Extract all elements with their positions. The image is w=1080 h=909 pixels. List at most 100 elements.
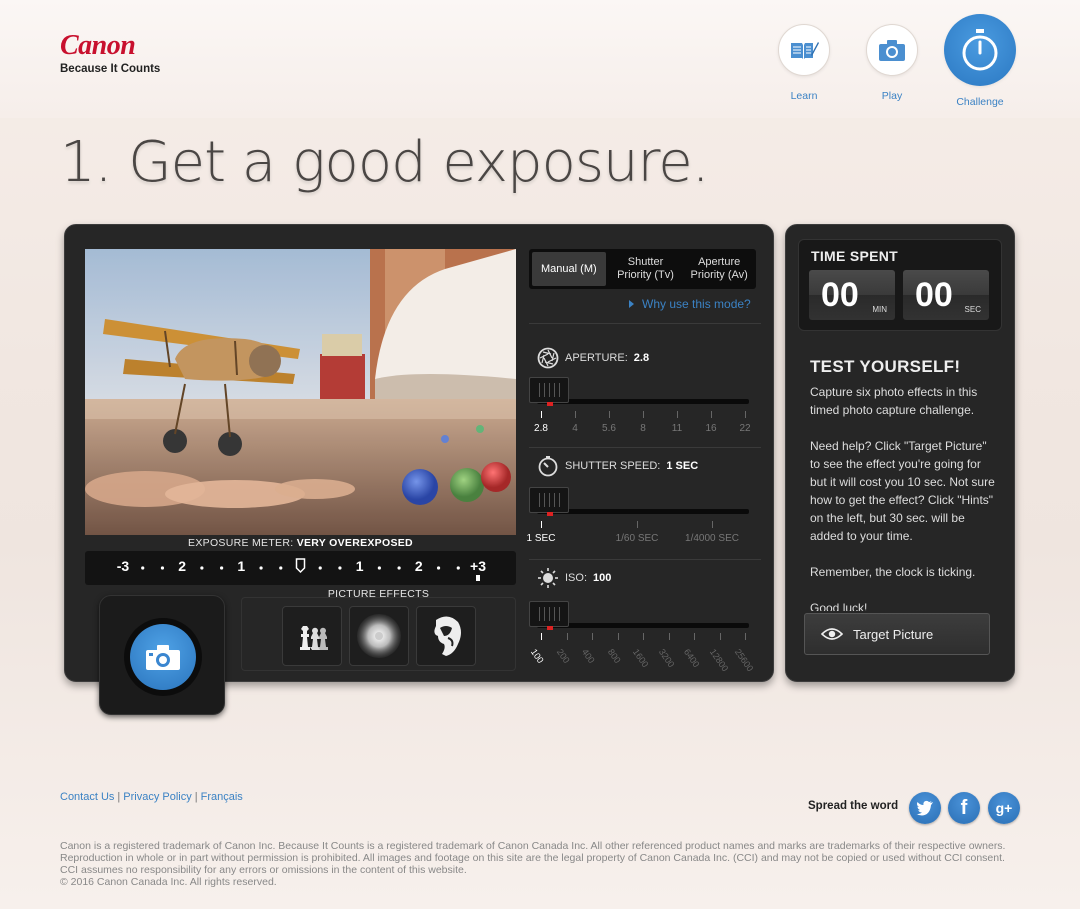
meter-dot: [338, 566, 342, 570]
twitter-icon[interactable]: [909, 792, 941, 824]
slider-tick-label: 400: [579, 647, 597, 666]
nav-learn-label: Learn: [790, 90, 818, 102]
minutes-unit: MIN: [872, 305, 887, 314]
slider-tick-label: 5.6: [602, 423, 616, 434]
slider-tick-label: 16: [705, 423, 717, 434]
minutes-value: 00: [821, 276, 859, 314]
slider-tick: [643, 411, 644, 418]
play-arrow-icon: [629, 300, 634, 308]
nav-challenge[interactable]: Challenge: [944, 14, 1016, 108]
footer-links: Contact Us | Privacy Policy | Français: [60, 791, 243, 803]
iso-value: 100: [593, 572, 612, 584]
meter-dot: [259, 566, 263, 570]
meter-dot: [160, 566, 165, 570]
iso-label: ISO:: [565, 572, 588, 584]
canon-logo[interactable]: Canon Because It Counts: [60, 30, 161, 76]
page-title: 1. Get a good exposure.: [60, 130, 710, 195]
effect-chess-button[interactable]: [282, 606, 342, 666]
time-spent: TIME SPENT 00 MIN 00 SEC: [798, 239, 1002, 331]
slider-tick: [719, 633, 721, 640]
stopwatch-icon: [944, 14, 1016, 86]
slider-tick-label: 1600: [630, 647, 651, 670]
shutter-value: 1 SEC: [666, 460, 699, 472]
target-picture-label: Target Picture: [853, 626, 934, 642]
slider-tick: [541, 521, 542, 528]
legal-text: Canon is a registered trademark of Canon…: [60, 840, 1006, 876]
slider-tick: [592, 633, 593, 640]
test-description: Capture six photo effects in this timed …: [810, 385, 995, 611]
aperture-value: 2.8: [633, 352, 650, 364]
aperture-slider-knob[interactable]: [529, 377, 569, 406]
slider-tick: [711, 411, 712, 418]
slider-tick: [541, 633, 542, 640]
nav-play[interactable]: Play: [856, 14, 928, 102]
meter-dot: [436, 566, 441, 570]
seconds-value: 00: [915, 276, 953, 314]
picture-effects: [241, 597, 516, 671]
slider-tick: [745, 633, 746, 640]
meter-scale-label: 2: [178, 558, 186, 574]
shutter-heading: SHUTTER SPEED: 1 SEC: [537, 455, 698, 477]
slider-tick-label: 6400: [681, 647, 702, 670]
effect-portrait-button[interactable]: [416, 606, 476, 666]
nav-learn[interactable]: Learn: [768, 14, 840, 102]
shutter-button[interactable]: [124, 618, 202, 696]
camera-panel: EXPOSURE METER: VERY OVEREXPOSED -3 2 1 1 2 +…: [64, 224, 774, 715]
slider-tick: [677, 411, 678, 418]
meter-dot: [200, 566, 204, 570]
slider-tick: [694, 633, 695, 640]
iso-heading: ISO: 100: [537, 567, 611, 589]
shutter-slider-knob[interactable]: [529, 487, 569, 516]
main-nav: Learn Play Challenge: [768, 14, 1016, 108]
nav-challenge-label: Challenge: [956, 96, 1004, 108]
minutes-display: 00 MIN: [809, 270, 895, 320]
seconds-unit: SEC: [964, 305, 981, 314]
meter-dot: [318, 566, 322, 570]
chess-pieces-icon: [300, 626, 328, 650]
exposure-meter-caption: EXPOSURE METER:: [188, 537, 297, 549]
slider-tick-label: 4: [572, 423, 578, 434]
googleplus-icon[interactable]: g+: [988, 792, 1020, 824]
shutter-button-housing: [99, 595, 225, 715]
divider: [529, 323, 761, 324]
blur-disc-icon: [357, 614, 401, 658]
why-mode-link[interactable]: Why use this mode?: [629, 297, 751, 311]
slider-tick: [609, 411, 610, 418]
facebook-icon[interactable]: f: [948, 792, 980, 824]
meter-scale-label: 1: [356, 558, 364, 574]
mode-aperture-priority[interactable]: Aperture Priority (Av): [682, 249, 756, 289]
slider-tick: [712, 521, 713, 528]
francais-link[interactable]: Français: [201, 791, 243, 803]
slider-tick-label: 8: [640, 423, 646, 434]
brand-name: Canon: [60, 30, 136, 61]
meter-dot: [279, 566, 283, 570]
contact-us-link[interactable]: Contact Us: [60, 791, 114, 803]
eye-icon: [821, 628, 843, 640]
iso-slider-knob[interactable]: [529, 601, 569, 630]
seconds-display: 00 SEC: [903, 270, 989, 320]
slider-tick-label: 1/60 SEC: [615, 533, 659, 544]
copyright-text: © 2016 Canon Canada Inc. All rights rese…: [60, 876, 277, 888]
effect-blur-button[interactable]: [349, 606, 409, 666]
mode-shutter-priority[interactable]: Shutter Priority (Tv): [609, 249, 683, 289]
slider-tick-label: 3200: [656, 647, 676, 670]
slider-tick-label: 11: [671, 423, 683, 434]
slider-tick: [637, 521, 638, 528]
slider-tick-label: 2.8: [534, 423, 548, 434]
exposure-meter-label: EXPOSURE METER: VERY OVEREXPOSED: [85, 537, 516, 549]
challenge-panel: TIME SPENT 00 MIN 00 SEC TEST YOURSELF! …: [785, 224, 1015, 682]
meter-indicator: [476, 575, 480, 581]
test-title: TEST YOURSELF!: [810, 357, 961, 376]
camera-icon: [866, 24, 918, 76]
face-silhouette-icon: [434, 616, 461, 656]
target-picture-button[interactable]: Target Picture: [804, 613, 990, 655]
brand-tagline: Because It Counts: [60, 63, 161, 75]
divider: [529, 559, 761, 560]
why-mode-text: Why use this mode?: [642, 297, 751, 311]
slider-tick: [745, 411, 746, 418]
meter-dot: [377, 566, 381, 570]
exposure-meter-value: VERY OVEREXPOSED: [296, 537, 413, 549]
slider-tick: [668, 633, 670, 640]
mode-manual[interactable]: Manual (M): [532, 252, 606, 286]
privacy-policy-link[interactable]: Privacy Policy: [123, 791, 191, 803]
